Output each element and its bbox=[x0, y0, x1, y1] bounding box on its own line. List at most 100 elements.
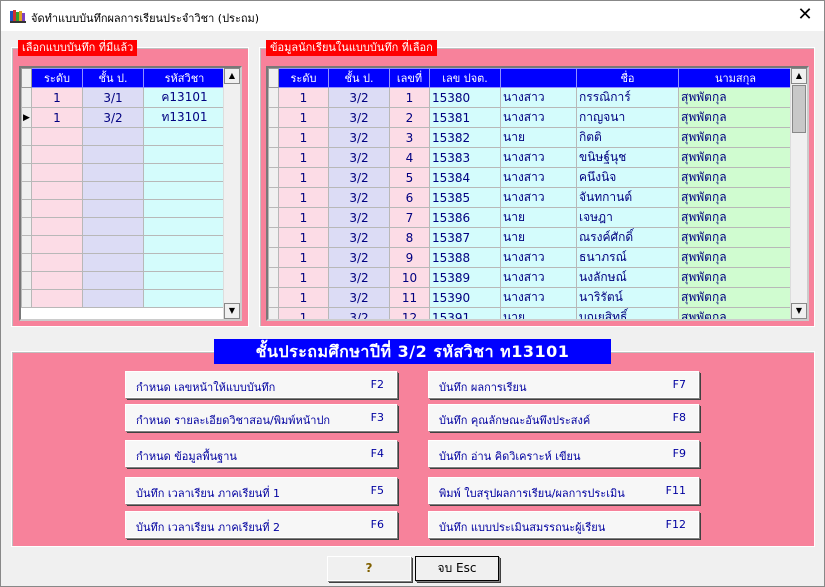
scroll-down-arrow-icon[interactable]: ▼ bbox=[224, 303, 240, 319]
empty-row bbox=[21, 235, 226, 254]
cell-code: ท13101 bbox=[143, 107, 226, 128]
cell-prefix: นางสาว bbox=[500, 187, 577, 208]
cell-level bbox=[31, 145, 83, 164]
table-row[interactable]: 1 3/2 1 15380 นางสาว กรรณิการ์ สุพพัตกุล bbox=[268, 87, 793, 108]
row-indicator bbox=[21, 181, 32, 200]
column-header-last-name[interactable]: นามสกุล bbox=[678, 68, 793, 88]
table-row[interactable]: 1 3/1 ค13101 bbox=[21, 87, 226, 108]
window-title: จัดทำแบบบันทึกผลการเรียนประจำวิชา (ประถม… bbox=[31, 12, 260, 25]
table-row[interactable]: 1 3/2 12 15391 นาย บุณยสิทธิ์ สุพพัตกุล bbox=[268, 307, 793, 319]
column-header-student-id[interactable]: เลข ปจต. bbox=[429, 68, 501, 88]
table-row[interactable]: 1 3/2 9 15388 นางสาว ธนาภรณ์ สุพพัตกุล bbox=[268, 247, 793, 268]
row-indicator bbox=[21, 145, 32, 164]
column-header-class[interactable]: ชั้น ป. bbox=[82, 68, 144, 88]
command-label: กำหนด ข้อมูลพื้นฐาน bbox=[136, 450, 237, 463]
table-row[interactable]: 1 3/2 2 15381 นางสาว กาญจนา สุพพัตกุล bbox=[268, 107, 793, 128]
command-label: พิมพ์ ใบสรุปผลการเรียน/ผลการประเมิน bbox=[439, 487, 625, 500]
cell-number: 9 bbox=[389, 247, 430, 268]
cell-class: 3/2 bbox=[328, 207, 390, 228]
cell-last-name: สุพพัตกุล bbox=[678, 147, 793, 168]
cell-prefix: นางสาว bbox=[500, 147, 577, 168]
cell-student-id: 15383 bbox=[429, 147, 501, 168]
cell-class bbox=[82, 235, 144, 254]
exit-button[interactable]: จบ Esc bbox=[415, 556, 499, 581]
cell-class: 3/2 bbox=[328, 287, 390, 308]
column-header-class[interactable]: ชั้น ป. bbox=[328, 68, 390, 88]
command-shortcut: F2 bbox=[370, 378, 384, 391]
column-header-first-name[interactable]: ชื่อ bbox=[576, 68, 679, 88]
cell-level bbox=[31, 289, 83, 308]
cell-number: 3 bbox=[389, 127, 430, 148]
command-button-f4[interactable]: กำหนด ข้อมูลพื้นฐาน F4 bbox=[125, 440, 397, 467]
table-row[interactable]: 1 3/2 10 15389 นางสาว นงลักษณ์ สุพพัตกุล bbox=[268, 267, 793, 288]
cell-class: 3/2 bbox=[328, 267, 390, 288]
column-header-level[interactable]: ระดับ bbox=[31, 68, 83, 88]
cell-level: 1 bbox=[278, 147, 329, 168]
command-button-f7[interactable]: บันทึก ผลการเรียน F7 bbox=[428, 371, 699, 398]
cell-first-name: ณรงค์ศักดิ์ bbox=[576, 227, 679, 248]
command-shortcut: F5 bbox=[370, 484, 384, 497]
cell-level bbox=[31, 199, 83, 218]
table-row[interactable]: 1 3/2 7 15386 นาย เจษฎา สุพพัตกุล bbox=[268, 207, 793, 228]
cell-class bbox=[82, 199, 144, 218]
scroll-up-arrow-icon[interactable]: ▲ bbox=[224, 68, 240, 84]
cell-code bbox=[143, 253, 226, 272]
command-label: บันทึก คุณลักษณะอันพึงประสงค์ bbox=[439, 414, 591, 427]
cell-last-name: สุพพัตกุล bbox=[678, 187, 793, 208]
close-button[interactable]: ✕ bbox=[794, 5, 816, 27]
empty-row bbox=[21, 181, 226, 200]
table-row[interactable]: 1 3/2 8 15387 นาย ณรงค์ศักดิ์ สุพพัตกุล bbox=[268, 227, 793, 248]
empty-row bbox=[21, 199, 226, 218]
row-indicator bbox=[268, 127, 279, 148]
table-row[interactable]: 1 3/2 5 15384 นางสาว คนึงนิจ สุพพัตกุล bbox=[268, 167, 793, 188]
main-window: จัดทำแบบบันทึกผลการเรียนประจำวิชา (ประถม… bbox=[0, 0, 825, 587]
cell-level: 1 bbox=[278, 127, 329, 148]
table-row[interactable]: 1 3/2 6 15385 นางสาว จันทกานต์ สุพพัตกุล bbox=[268, 187, 793, 208]
table-row[interactable]: ▶ 1 3/2 ท13101 bbox=[21, 107, 226, 128]
command-button-f11[interactable]: พิมพ์ ใบสรุปผลการเรียน/ผลการประเมิน F11 bbox=[428, 477, 699, 504]
row-indicator bbox=[268, 87, 279, 108]
student-data-grid[interactable]: ระดับ ชั้น ป. เลขที่ เลข ปจต. ชื่อ นามสก… bbox=[266, 66, 809, 321]
cell-class: 3/2 bbox=[328, 307, 390, 319]
scroll-down-arrow-icon[interactable]: ▼ bbox=[791, 303, 807, 319]
cell-level bbox=[31, 253, 83, 272]
cell-number: 10 bbox=[389, 267, 430, 288]
cell-last-name: สุพพัตกุล bbox=[678, 287, 793, 308]
cell-prefix: นาย bbox=[500, 307, 577, 319]
student-data-scrollbar[interactable]: ▲ ▼ bbox=[790, 68, 807, 319]
student-data-table: ระดับ ชั้น ป. เลขที่ เลข ปจต. ชื่อ นามสก… bbox=[268, 68, 793, 319]
cell-level: 1 bbox=[278, 187, 329, 208]
command-button-f6[interactable]: บันทึก เวลาเรียน ภาคเรียนที่ 2 F6 bbox=[125, 511, 397, 538]
cell-first-name: กาญจนา bbox=[576, 107, 679, 128]
command-label: บันทึก เวลาเรียน ภาคเรียนที่ 2 bbox=[136, 521, 281, 534]
cell-prefix: นาย bbox=[500, 227, 577, 248]
column-header-number[interactable]: เลขที่ bbox=[389, 68, 430, 88]
existing-records-scrollbar[interactable]: ▲ ▼ bbox=[223, 68, 240, 319]
scroll-thumb[interactable] bbox=[792, 85, 806, 133]
column-header-level[interactable]: ระดับ bbox=[278, 68, 329, 88]
command-button-f5[interactable]: บันทึก เวลาเรียน ภาคเรียนที่ 1 F5 bbox=[125, 477, 397, 504]
existing-records-grid[interactable]: ระดับ ชั้น ป. รหัสวิชา 1 3/1 ค13101 ▶ 1 3/2 ท1… bbox=[19, 66, 242, 321]
command-button-f9[interactable]: บันทึก อ่าน คิดวิเคราะห์ เขียน F9 bbox=[428, 440, 699, 467]
cell-student-id: 15385 bbox=[429, 187, 501, 208]
row-indicator: ▶ bbox=[21, 107, 32, 128]
column-header-prefix[interactable] bbox=[500, 68, 577, 88]
help-button[interactable]: ? bbox=[327, 556, 411, 581]
cell-class bbox=[82, 163, 144, 182]
scroll-up-arrow-icon[interactable]: ▲ bbox=[791, 68, 807, 84]
empty-row bbox=[21, 289, 226, 308]
command-shortcut: F12 bbox=[665, 518, 686, 531]
cell-last-name: สุพพัตกุล bbox=[678, 107, 793, 128]
column-header-code[interactable]: รหัสวิชา bbox=[143, 68, 226, 88]
command-button-f3[interactable]: กำหนด รายละเอียดวิชาสอน/พิมพ์หน้าปก F3 bbox=[125, 404, 397, 431]
command-button-f12[interactable]: บันทึก แบบประเมินสมรรถนะผู้เรียน F12 bbox=[428, 511, 699, 538]
cell-class: 3/2 bbox=[328, 167, 390, 188]
table-row[interactable]: 1 3/2 4 15383 นางสาว ขนิษฐ์นุช สุพพัตกุล bbox=[268, 147, 793, 168]
command-button-f2[interactable]: กำหนด เลขหน้าให้แบบบันทึก F2 bbox=[125, 371, 397, 398]
command-button-f8[interactable]: บันทึก คุณลักษณะอันพึงประสงค์ F8 bbox=[428, 404, 699, 431]
cell-code bbox=[143, 199, 226, 218]
books-icon bbox=[10, 9, 26, 23]
table-row[interactable]: 1 3/2 3 15382 นาย กิตติ สุพพัตกุล bbox=[268, 127, 793, 148]
table-row[interactable]: 1 3/2 11 15390 นางสาว นาริรัตน์ สุพพัตกุล bbox=[268, 287, 793, 308]
cell-level: 1 bbox=[278, 267, 329, 288]
